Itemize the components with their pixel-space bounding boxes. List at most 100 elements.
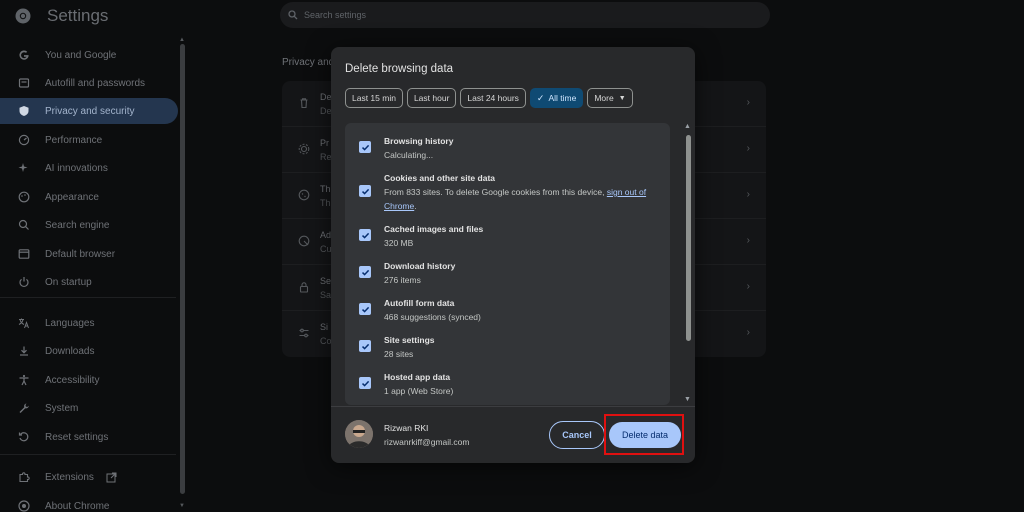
checkbox[interactable] (359, 229, 371, 241)
dialog-scrollbar[interactable] (686, 135, 691, 341)
search-icon (18, 219, 30, 231)
checkbox[interactable] (359, 266, 371, 278)
page-title: Settings (47, 6, 109, 25)
chip-last-24-hours[interactable]: Last 24 hours (460, 88, 526, 108)
row-desc: Co (320, 336, 332, 346)
chevron-right-icon: › (746, 281, 750, 292)
sidebar-item-about-chrome[interactable]: About Chrome (0, 493, 178, 512)
sidebar-item-autofill[interactable]: Autofill and passwords (0, 70, 178, 96)
checkbox[interactable] (359, 340, 371, 352)
item-label: Cached images and files (384, 224, 484, 234)
row-title: Ad (320, 230, 332, 240)
dialog-title: Delete browsing data (345, 63, 454, 75)
cancel-button[interactable]: Cancel (549, 421, 605, 449)
caret-down-icon: ▼ (618, 94, 626, 102)
search-placeholder: Search settings (304, 10, 367, 20)
chip-label: All time (548, 93, 577, 103)
lock-icon (299, 282, 309, 293)
sidebar-item-label: Accessibility (45, 374, 100, 386)
browser-icon (18, 248, 30, 260)
row-desc: Th (320, 198, 331, 208)
sidebar-item-label: Autofill and passwords (45, 77, 146, 89)
item-label: Browsing history (384, 136, 454, 146)
autofill-icon (18, 77, 30, 89)
item-desc: From 833 sites. To delete Google cookies… (384, 185, 654, 213)
chrome-logo-icon (15, 8, 31, 24)
scroll-up-arrow-icon[interactable]: ▲ (179, 37, 185, 43)
chip-all-time[interactable]: ✓ All time (529, 88, 584, 108)
item-label: Cookies and other site data (384, 173, 495, 183)
sidebar-item-on-startup[interactable]: On startup (0, 269, 178, 295)
chip-label: Last 15 min (352, 93, 396, 103)
row-title: Th (320, 184, 331, 194)
data-types-list: Browsing history Calculating... Cookies … (345, 123, 670, 405)
speedometer-icon (18, 134, 30, 146)
item-desc: Calculating... (384, 150, 434, 160)
sidebar-item-default-browser[interactable]: Default browser (0, 241, 178, 267)
dialog-scroll-down-icon[interactable]: ▼ (684, 396, 691, 403)
scroll-down-arrow-icon[interactable]: ▼ (179, 503, 185, 509)
sidebar-item-label: Appearance (45, 191, 99, 203)
shield-icon (18, 105, 30, 117)
sidebar-item-ai-innovations[interactable]: AI innovations (0, 155, 178, 181)
item-label: Site settings (384, 335, 435, 345)
chrome-icon (18, 500, 30, 512)
sidebar: You and Google Autofill and passwords Pr… (0, 40, 186, 512)
sidebar-item-label: Reset settings (45, 431, 109, 443)
item-label: Hosted app data (384, 372, 451, 382)
sidebar-item-downloads[interactable]: Downloads (0, 338, 178, 364)
sidebar-item-privacy[interactable]: Privacy and security (0, 98, 178, 124)
checkbox[interactable] (359, 141, 371, 153)
sidebar-item-label: About Chrome (45, 500, 110, 512)
trash-icon (300, 98, 308, 109)
sidebar-item-you-and-google[interactable]: You and Google (0, 42, 178, 68)
highlight-annotation-box (604, 414, 684, 455)
checkbox[interactable] (359, 377, 371, 389)
item-desc: 1 app (Web Store) (384, 386, 454, 396)
row-title: Se (320, 276, 332, 286)
download-icon (18, 345, 30, 357)
sidebar-item-languages[interactable]: Languages (0, 310, 178, 336)
chip-label: Last hour (413, 93, 450, 103)
checkmark-icon (361, 269, 369, 276)
sidebar-item-label: AI innovations (45, 162, 108, 174)
sidebar-item-label: Default browser (45, 248, 116, 260)
search-icon (288, 10, 298, 20)
google-icon (18, 49, 30, 61)
item-desc: 276 items (384, 275, 421, 285)
sidebar-item-system[interactable]: System (0, 395, 178, 421)
sidebar-item-accessibility[interactable]: Accessibility (0, 367, 178, 393)
sidebar-item-label: Search engine (45, 219, 110, 231)
sidebar-item-label: On startup (45, 276, 92, 288)
checkmark-icon (361, 380, 369, 387)
checkbox[interactable] (359, 185, 371, 197)
sidebar-item-search-engine[interactable]: Search engine (0, 212, 178, 238)
checkmark-icon (361, 232, 369, 239)
item-desc-text: From 833 sites. To delete Google cookies… (384, 187, 607, 197)
sidebar-item-label: Downloads (45, 345, 95, 357)
row-title: De (320, 92, 332, 102)
sidebar-scrollbar[interactable] (180, 44, 185, 494)
sidebar-item-appearance[interactable]: Appearance (0, 184, 178, 210)
sidebar-divider (0, 297, 176, 298)
sidebar-item-label: System (45, 402, 79, 414)
checkbox[interactable] (359, 303, 371, 315)
row-desc: Sa (320, 290, 332, 300)
dialog-scroll-up-icon[interactable]: ▲ (684, 123, 691, 130)
chip-label: Last 24 hours (467, 93, 519, 103)
search-input[interactable]: Search settings (280, 2, 770, 28)
sidebar-item-reset-settings[interactable]: Reset settings (0, 424, 178, 450)
chip-last-15-min[interactable]: Last 15 min (345, 88, 403, 108)
power-icon (18, 276, 30, 288)
sidebar-item-performance[interactable]: Performance (0, 127, 178, 153)
chip-last-hour[interactable]: Last hour (406, 88, 457, 108)
item-label: Download history (384, 261, 456, 271)
item-desc-end: . (414, 201, 417, 211)
sidebar-item-extensions[interactable]: Extensions (0, 464, 178, 490)
chevron-right-icon: › (746, 327, 750, 338)
chip-more-dropdown[interactable]: More ▼ (587, 88, 633, 108)
chip-label: More (594, 93, 614, 103)
sidebar-item-label: You and Google (45, 49, 117, 61)
dialog-divider (331, 406, 695, 407)
chevron-right-icon: › (746, 97, 750, 108)
